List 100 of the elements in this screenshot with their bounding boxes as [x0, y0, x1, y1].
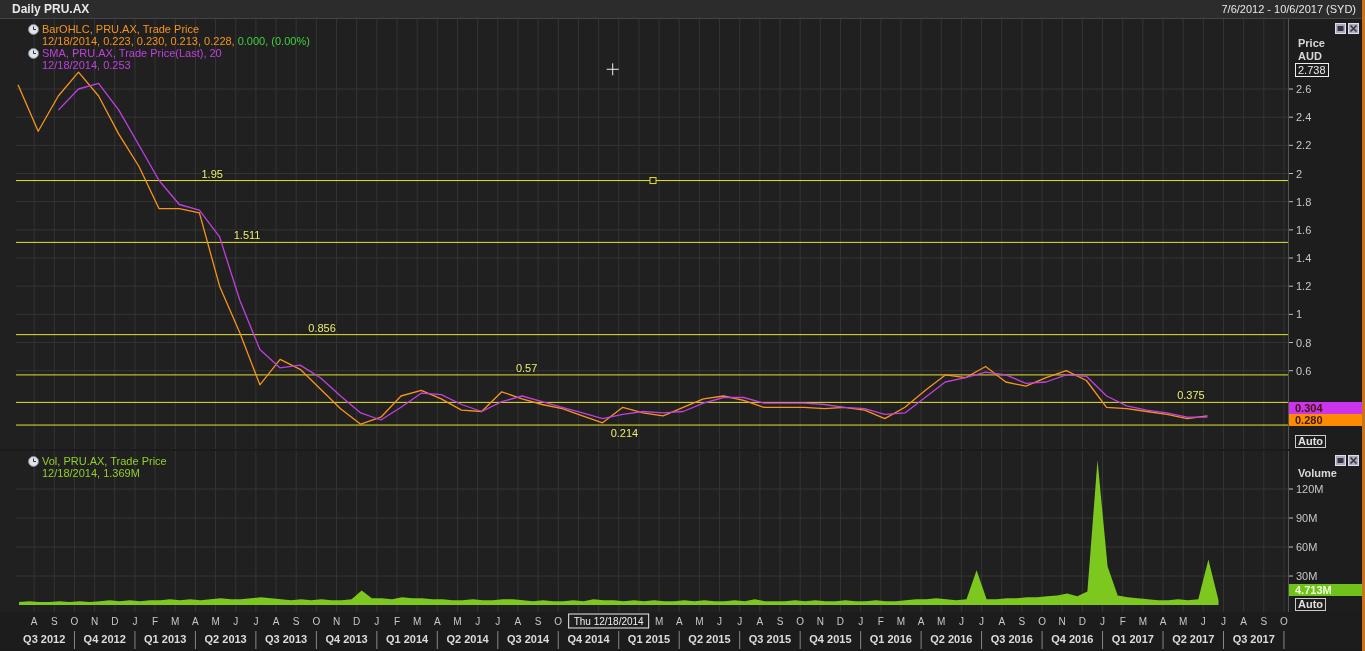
last-value-badge: 4.713M [1289, 584, 1362, 596]
last-value-badge: 0.280 [1289, 414, 1362, 426]
quarter-label: Q1 2016 [869, 633, 912, 645]
axis-title: Price [1298, 37, 1325, 49]
legend-title: SMA, PRU.AX, Trade Price(Last), 20 [42, 47, 222, 59]
month-label: A [917, 616, 925, 627]
month-label: O [312, 616, 321, 627]
level-label: 0.214 [610, 427, 639, 440]
axis-title: Volume [1298, 467, 1337, 479]
month-label: S [292, 616, 300, 627]
level-label: 0.57 [515, 361, 538, 374]
level-label: 1.95 [201, 167, 223, 180]
month-label: M [1179, 616, 1188, 627]
month-label: F [877, 616, 884, 627]
month-label: D [111, 616, 119, 627]
quarter-label: Q2 2017 [1172, 633, 1215, 645]
month-label: F [393, 616, 401, 627]
month-label: M [211, 616, 220, 627]
legend-values: 12/18/2014, 0.223, 0.230, 0.213, 0.228, [42, 35, 235, 47]
quarter-label: Q2 2016 [930, 633, 973, 645]
month-label: J [253, 616, 259, 627]
month-label: F [1119, 616, 1126, 627]
month-label: A [756, 616, 764, 627]
month-label: J [958, 616, 964, 627]
quarter-label: Q1 2013 [144, 633, 187, 645]
quarter-label: Q4 2014 [567, 633, 610, 645]
month-label: A [192, 616, 199, 627]
month-label: J [233, 616, 239, 627]
axis-tick-label: 1.6 [1296, 223, 1312, 236]
month-label: A [675, 616, 683, 627]
quarter-label: Q3 2016 [990, 633, 1033, 645]
axis-tick-label: 1.2 [1296, 280, 1312, 293]
last-value-badge: 0.304 [1289, 402, 1362, 414]
month-label: J [1221, 616, 1226, 627]
quarter-label: Q3 2012 [23, 633, 66, 645]
axis-tick-label: 30M [1296, 570, 1318, 583]
axis-tick-label: 2.4 [1296, 111, 1312, 124]
legend-values: 12/18/2014, 0.253 [42, 59, 131, 71]
month-label: O [1038, 616, 1046, 627]
quarter-label: Q3 2014 [506, 633, 550, 645]
chart-title: Daily PRU.AX [12, 2, 90, 16]
month-label: M [937, 616, 946, 627]
month-label: A [434, 616, 441, 627]
month-label: D [353, 616, 361, 627]
quarter-label: Q4 2015 [809, 633, 852, 645]
axis-tick-label: 2 [1296, 167, 1303, 180]
month-label: M [1138, 616, 1148, 627]
month-label: O [796, 616, 805, 627]
month-label: D [1078, 616, 1086, 627]
quarter-label: Q2 2013 [204, 633, 247, 645]
axis-tick-label: 0.6 [1296, 364, 1312, 377]
legend-values: 12/18/2014, 1.369M [42, 467, 140, 479]
month-label: S [1018, 616, 1026, 627]
quarter-label: Q2 2015 [688, 633, 731, 645]
month-label: N [1058, 616, 1066, 627]
axis-tick-label: 1 [1296, 308, 1303, 321]
month-label: S [534, 616, 542, 627]
month-label: J [858, 616, 864, 627]
month-label: J [132, 616, 138, 627]
quarter-label: Q3 2015 [748, 633, 792, 645]
month-label: J [717, 616, 723, 627]
quarter-label: Q4 2016 [1051, 633, 1094, 645]
month-label: M [453, 616, 462, 627]
month-label: J [475, 616, 481, 627]
quarter-label: Q4 2013 [325, 633, 368, 645]
month-label: A [514, 616, 522, 627]
legend-change: 0.000, (0.00%) [237, 35, 310, 47]
month-label: N [332, 616, 341, 627]
month-label: J [1100, 616, 1106, 627]
level-label: 0.856 [308, 321, 336, 334]
quarter-label: Q4 2012 [83, 633, 126, 645]
month-label: S [1260, 616, 1268, 627]
scale-value: 2.738 [1295, 63, 1329, 77]
month-label: J [1200, 616, 1206, 627]
legend-title: BarOHLC, PRU.AX, Trade Price [42, 23, 200, 35]
quarter-label: Q1 2015 [627, 633, 671, 645]
quarter-label: Q1 2014 [385, 633, 429, 645]
date-tooltip: Thu 12/18/2014 [568, 613, 650, 629]
level-label: 1.511 [233, 229, 261, 242]
date-range: 7/6/2012 - 10/6/2017 (SYD) [1221, 3, 1356, 15]
month-label: M [695, 616, 704, 627]
month-label: S [776, 616, 784, 627]
quarter-label: Q1 2017 [1111, 633, 1154, 645]
month-label: O [554, 616, 563, 627]
auto-button[interactable]: Auto [1295, 435, 1327, 448]
month-label: J [737, 616, 743, 627]
month-label: O [70, 616, 79, 627]
auto-button[interactable]: Auto [1295, 598, 1327, 611]
month-label: A [272, 616, 280, 627]
month-label: D [836, 616, 845, 627]
month-label: N [91, 616, 99, 627]
month-label: M [413, 616, 422, 627]
month-label: O [1280, 616, 1288, 627]
axis-tick-label: 2.6 [1296, 83, 1312, 95]
month-label: F [152, 616, 159, 627]
axis-tick-label: 1.8 [1296, 195, 1312, 208]
level-label: 0.375 [1177, 389, 1205, 402]
quarter-label: Q2 2014 [446, 633, 489, 645]
axis-tick-label: 120M [1296, 483, 1324, 495]
legend-title: Vol, PRU.AX, Trade Price [42, 455, 167, 467]
